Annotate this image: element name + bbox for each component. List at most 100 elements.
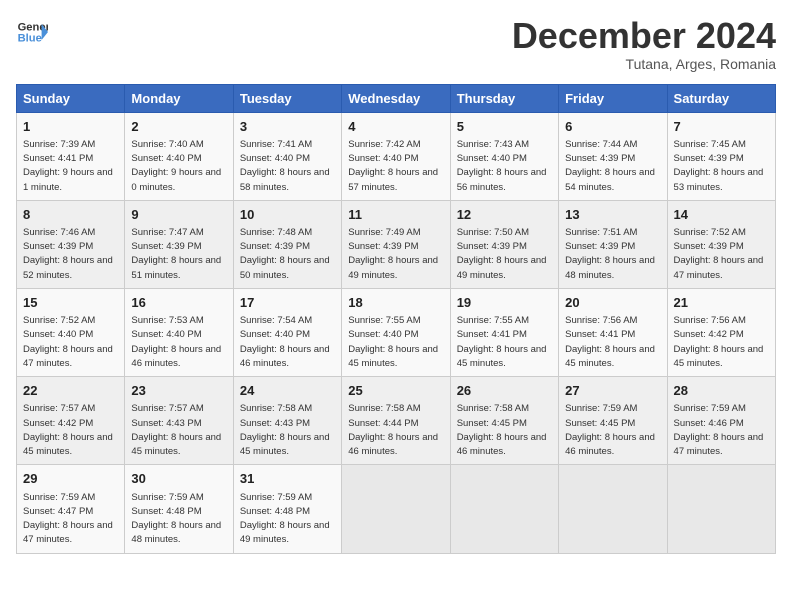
day-info: Sunrise: 7:39 AMSunset: 4:41 PMDaylight:… bbox=[23, 139, 113, 193]
calendar-cell: 24 Sunrise: 7:58 AMSunset: 4:43 PMDayligh… bbox=[233, 377, 341, 465]
calendar-cell: 12 Sunrise: 7:50 AMSunset: 4:39 PMDayligh… bbox=[450, 200, 558, 288]
day-number: 21 bbox=[674, 294, 769, 312]
day-info: Sunrise: 7:50 AMSunset: 4:39 PMDaylight:… bbox=[457, 227, 547, 281]
svg-text:Blue: Blue bbox=[18, 33, 42, 45]
day-number: 20 bbox=[565, 294, 660, 312]
calendar-cell: 7 Sunrise: 7:45 AMSunset: 4:39 PMDaylight… bbox=[667, 112, 775, 200]
day-number: 6 bbox=[565, 118, 660, 136]
calendar-cell: 4 Sunrise: 7:42 AMSunset: 4:40 PMDaylight… bbox=[342, 112, 450, 200]
day-number: 29 bbox=[23, 470, 118, 488]
day-number: 15 bbox=[23, 294, 118, 312]
weekday-header-saturday: Saturday bbox=[667, 84, 775, 112]
page-header: General Blue December 2024 Tutana, Arges… bbox=[16, 16, 776, 72]
day-number: 18 bbox=[348, 294, 443, 312]
day-number: 19 bbox=[457, 294, 552, 312]
day-info: Sunrise: 7:52 AMSunset: 4:40 PMDaylight:… bbox=[23, 315, 113, 369]
calendar-cell: 31 Sunrise: 7:59 AMSunset: 4:48 PMDayligh… bbox=[233, 465, 341, 553]
day-info: Sunrise: 7:52 AMSunset: 4:39 PMDaylight:… bbox=[674, 227, 764, 281]
day-number: 7 bbox=[674, 118, 769, 136]
calendar-cell: 3 Sunrise: 7:41 AMSunset: 4:40 PMDaylight… bbox=[233, 112, 341, 200]
day-number: 12 bbox=[457, 206, 552, 224]
calendar-cell: 19 Sunrise: 7:55 AMSunset: 4:41 PMDayligh… bbox=[450, 288, 558, 376]
calendar-cell: 18 Sunrise: 7:55 AMSunset: 4:40 PMDayligh… bbox=[342, 288, 450, 376]
calendar-cell: 23 Sunrise: 7:57 AMSunset: 4:43 PMDayligh… bbox=[125, 377, 233, 465]
logo-icon: General Blue bbox=[16, 16, 48, 48]
day-info: Sunrise: 7:59 AMSunset: 4:46 PMDaylight:… bbox=[674, 403, 764, 457]
calendar-cell: 27Sunrise: 7:59 AMSunset: 4:45 PMDayligh… bbox=[559, 377, 667, 465]
calendar-cell: 20 Sunrise: 7:56 AMSunset: 4:41 PMDayligh… bbox=[559, 288, 667, 376]
weekday-header-sunday: Sunday bbox=[17, 84, 125, 112]
day-info: Sunrise: 7:41 AMSunset: 4:40 PMDaylight:… bbox=[240, 139, 330, 193]
title-block: December 2024 Tutana, Arges, Romania bbox=[512, 16, 776, 72]
day-number: 26 bbox=[457, 382, 552, 400]
day-number: 3 bbox=[240, 118, 335, 136]
day-info: Sunrise: 7:57 AMSunset: 4:42 PMDaylight:… bbox=[23, 403, 113, 457]
day-number: 1 bbox=[23, 118, 118, 136]
day-number: 9 bbox=[131, 206, 226, 224]
day-info: Sunrise: 7:55 AMSunset: 4:40 PMDaylight:… bbox=[348, 315, 438, 369]
calendar-cell: 2 Sunrise: 7:40 AMSunset: 4:40 PMDaylight… bbox=[125, 112, 233, 200]
day-info: Sunrise: 7:55 AMSunset: 4:41 PMDaylight:… bbox=[457, 315, 547, 369]
calendar-cell bbox=[559, 465, 667, 553]
weekday-header-thursday: Thursday bbox=[450, 84, 558, 112]
day-info: Sunrise: 7:53 AMSunset: 4:40 PMDaylight:… bbox=[131, 315, 221, 369]
calendar-cell: 11 Sunrise: 7:49 AMSunset: 4:39 PMDayligh… bbox=[342, 200, 450, 288]
day-number: 13 bbox=[565, 206, 660, 224]
day-info: Sunrise: 7:42 AMSunset: 4:40 PMDaylight:… bbox=[348, 139, 438, 193]
day-info: Sunrise: 7:40 AMSunset: 4:40 PMDaylight:… bbox=[131, 139, 221, 193]
day-info: Sunrise: 7:56 AMSunset: 4:42 PMDaylight:… bbox=[674, 315, 764, 369]
day-number: 25 bbox=[348, 382, 443, 400]
day-info: Sunrise: 7:59 AMSunset: 4:48 PMDaylight:… bbox=[131, 492, 221, 546]
day-number: 30 bbox=[131, 470, 226, 488]
day-number: 17 bbox=[240, 294, 335, 312]
day-info: Sunrise: 7:57 AMSunset: 4:43 PMDaylight:… bbox=[131, 403, 221, 457]
day-number: 24 bbox=[240, 382, 335, 400]
day-number: 2 bbox=[131, 118, 226, 136]
day-info: Sunrise: 7:49 AMSunset: 4:39 PMDaylight:… bbox=[348, 227, 438, 281]
weekday-header-monday: Monday bbox=[125, 84, 233, 112]
calendar-cell: 30 Sunrise: 7:59 AMSunset: 4:48 PMDayligh… bbox=[125, 465, 233, 553]
logo: General Blue bbox=[16, 16, 48, 48]
calendar-cell: 14 Sunrise: 7:52 AMSunset: 4:39 PMDayligh… bbox=[667, 200, 775, 288]
day-info: Sunrise: 7:54 AMSunset: 4:40 PMDaylight:… bbox=[240, 315, 330, 369]
day-number: 27 bbox=[565, 382, 660, 400]
calendar-cell: 8Sunrise: 7:46 AMSunset: 4:39 PMDaylight… bbox=[17, 200, 125, 288]
calendar-cell bbox=[667, 465, 775, 553]
day-info: Sunrise: 7:58 AMSunset: 4:43 PMDaylight:… bbox=[240, 403, 330, 457]
calendar-cell bbox=[450, 465, 558, 553]
day-info: Sunrise: 7:43 AMSunset: 4:40 PMDaylight:… bbox=[457, 139, 547, 193]
calendar-table: SundayMondayTuesdayWednesdayThursdayFrid… bbox=[16, 84, 776, 554]
weekday-header-tuesday: Tuesday bbox=[233, 84, 341, 112]
day-number: 23 bbox=[131, 382, 226, 400]
day-number: 4 bbox=[348, 118, 443, 136]
calendar-cell: 16 Sunrise: 7:53 AMSunset: 4:40 PMDayligh… bbox=[125, 288, 233, 376]
day-number: 5 bbox=[457, 118, 552, 136]
day-number: 11 bbox=[348, 206, 443, 224]
day-number: 16 bbox=[131, 294, 226, 312]
day-info: Sunrise: 7:59 AMSunset: 4:47 PMDaylight:… bbox=[23, 492, 113, 546]
day-info: Sunrise: 7:47 AMSunset: 4:39 PMDaylight:… bbox=[131, 227, 221, 281]
day-info: Sunrise: 7:44 AMSunset: 4:39 PMDaylight:… bbox=[565, 139, 655, 193]
day-number: 14 bbox=[674, 206, 769, 224]
day-info: Sunrise: 7:58 AMSunset: 4:45 PMDaylight:… bbox=[457, 403, 547, 457]
day-number: 10 bbox=[240, 206, 335, 224]
calendar-cell: 1 Sunrise: 7:39 AMSunset: 4:41 PMDaylight… bbox=[17, 112, 125, 200]
calendar-cell: 6 Sunrise: 7:44 AMSunset: 4:39 PMDaylight… bbox=[559, 112, 667, 200]
location-subtitle: Tutana, Arges, Romania bbox=[512, 56, 776, 72]
calendar-cell: 29 Sunrise: 7:59 AMSunset: 4:47 PMDayligh… bbox=[17, 465, 125, 553]
day-info: Sunrise: 7:45 AMSunset: 4:39 PMDaylight:… bbox=[674, 139, 764, 193]
day-info: Sunrise: 7:48 AMSunset: 4:39 PMDaylight:… bbox=[240, 227, 330, 281]
day-number: 31 bbox=[240, 470, 335, 488]
calendar-cell: 10 Sunrise: 7:48 AMSunset: 4:39 PMDayligh… bbox=[233, 200, 341, 288]
calendar-cell: 5 Sunrise: 7:43 AMSunset: 4:40 PMDaylight… bbox=[450, 112, 558, 200]
calendar-cell: 13Sunrise: 7:51 AMSunset: 4:39 PMDayligh… bbox=[559, 200, 667, 288]
day-number: 22 bbox=[23, 382, 118, 400]
day-info: Sunrise: 7:46 AMSunset: 4:39 PMDaylight:… bbox=[23, 227, 113, 281]
day-info: Sunrise: 7:59 AMSunset: 4:48 PMDaylight:… bbox=[240, 492, 330, 546]
calendar-cell: 21 Sunrise: 7:56 AMSunset: 4:42 PMDayligh… bbox=[667, 288, 775, 376]
weekday-header-friday: Friday bbox=[559, 84, 667, 112]
calendar-cell: 26 Sunrise: 7:58 AMSunset: 4:45 PMDayligh… bbox=[450, 377, 558, 465]
day-info: Sunrise: 7:56 AMSunset: 4:41 PMDaylight:… bbox=[565, 315, 655, 369]
calendar-cell: 28Sunrise: 7:59 AMSunset: 4:46 PMDayligh… bbox=[667, 377, 775, 465]
calendar-cell: 15 Sunrise: 7:52 AMSunset: 4:40 PMDayligh… bbox=[17, 288, 125, 376]
